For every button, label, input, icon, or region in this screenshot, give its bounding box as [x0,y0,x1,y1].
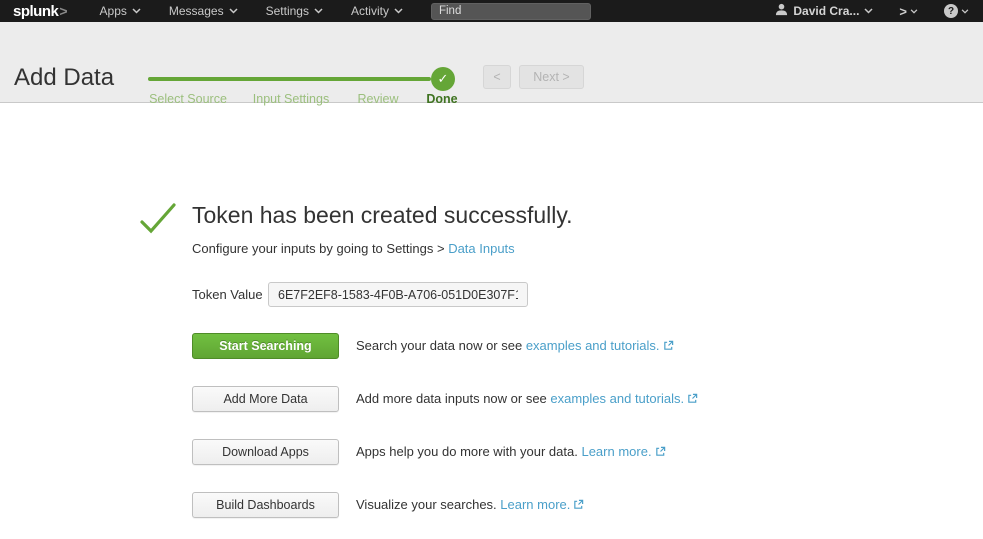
add-data-page: splunk > Apps Messages Settings Activity… [0,0,983,539]
nav-menu-messages[interactable]: Messages [155,0,252,22]
chevron-down-icon [229,8,238,14]
start-searching-description: Search your data now or see examples and… [356,338,674,354]
description-text: Add more data inputs now or see [356,391,550,406]
external-link-icon [687,392,698,407]
nav-activity-label: Activity [351,4,389,18]
splunk-logo-caret: > [59,3,67,19]
subtitle-text: Configure your inputs by going to Settin… [192,241,448,256]
learn-more-link[interactable]: Learn more. [581,444,651,459]
learn-more-link[interactable]: Learn more. [500,497,570,512]
page-title: Add Data [14,64,114,92]
token-value-field[interactable] [268,282,528,307]
nav-menu-activity[interactable]: Activity [337,0,417,22]
success-check-icon [139,202,177,241]
chevron-down-icon [314,8,323,14]
build-dashboards-button[interactable]: Build Dashboards [192,492,339,518]
chevron-down-icon [394,8,403,14]
download-apps-description: Apps help you do more with your data. Le… [356,444,666,460]
help-icon: ? [944,4,958,18]
splunk-logo[interactable]: splunk > [0,3,86,20]
token-value-label: Token Value [192,287,268,302]
success-subtitle: Configure your inputs by going to Settin… [192,241,515,256]
download-apps-row: Download Apps Apps help you do more with… [192,439,666,465]
back-button[interactable]: < [483,65,511,89]
wizard-header: Add Data ✓ Select Source Input Settings … [0,22,983,103]
top-navigation-bar: splunk > Apps Messages Settings Activity… [0,0,983,22]
download-apps-button[interactable]: Download Apps [192,439,339,465]
description-text: Visualize your searches. [356,497,500,512]
search-caret-menu[interactable]: > [887,4,930,19]
user-name: David Cra... [793,4,859,18]
nav-settings-label: Settings [266,4,309,18]
token-row: Token Value [192,282,528,307]
external-link-icon [663,339,674,354]
user-menu[interactable]: David Cra... [765,3,883,19]
start-searching-row: Start Searching Search your data now or … [192,333,674,359]
build-dashboards-description: Visualize your searches. Learn more. [356,497,584,513]
step-done: Done [426,92,457,106]
description-text: Search your data now or see [356,338,526,353]
find-search-input[interactable] [431,3,591,20]
step-input-settings: Input Settings [253,92,329,106]
start-searching-button[interactable]: Start Searching [192,333,339,359]
chevron-down-icon [910,9,918,14]
splunk-logo-text: splunk [13,3,58,20]
step-select-source: Select Source [149,92,227,106]
step-review: Review [358,92,399,106]
next-button[interactable]: Next > [519,65,584,89]
chevron-down-icon [961,9,969,14]
description-text: Apps help you do more with your data. [356,444,581,459]
external-link-icon [655,445,666,460]
data-inputs-link[interactable]: Data Inputs [448,241,515,256]
nav-apps-label: Apps [100,4,127,18]
examples-tutorials-link[interactable]: examples and tutorials. [526,338,660,353]
step-done-check-icon: ✓ [431,67,455,91]
nav-menu-apps[interactable]: Apps [86,0,155,22]
caret-glyph: > [899,4,907,19]
examples-tutorials-link[interactable]: examples and tutorials. [550,391,684,406]
chevron-down-icon [132,8,141,14]
add-more-data-button[interactable]: Add More Data [192,386,339,412]
user-icon [775,3,788,19]
add-more-data-row: Add More Data Add more data inputs now o… [192,386,698,412]
success-title: Token has been created successfully. [192,202,573,229]
help-menu[interactable]: ? [934,4,983,18]
build-dashboards-row: Build Dashboards Visualize your searches… [192,492,584,518]
nav-menu-settings[interactable]: Settings [252,0,337,22]
add-more-data-description: Add more data inputs now or see examples… [356,391,698,407]
step-progress-line [148,77,431,81]
nav-messages-label: Messages [169,4,224,18]
topbar-right-section: David Cra... > ? [765,3,983,19]
external-link-icon [573,498,584,513]
chevron-down-icon [864,8,873,14]
